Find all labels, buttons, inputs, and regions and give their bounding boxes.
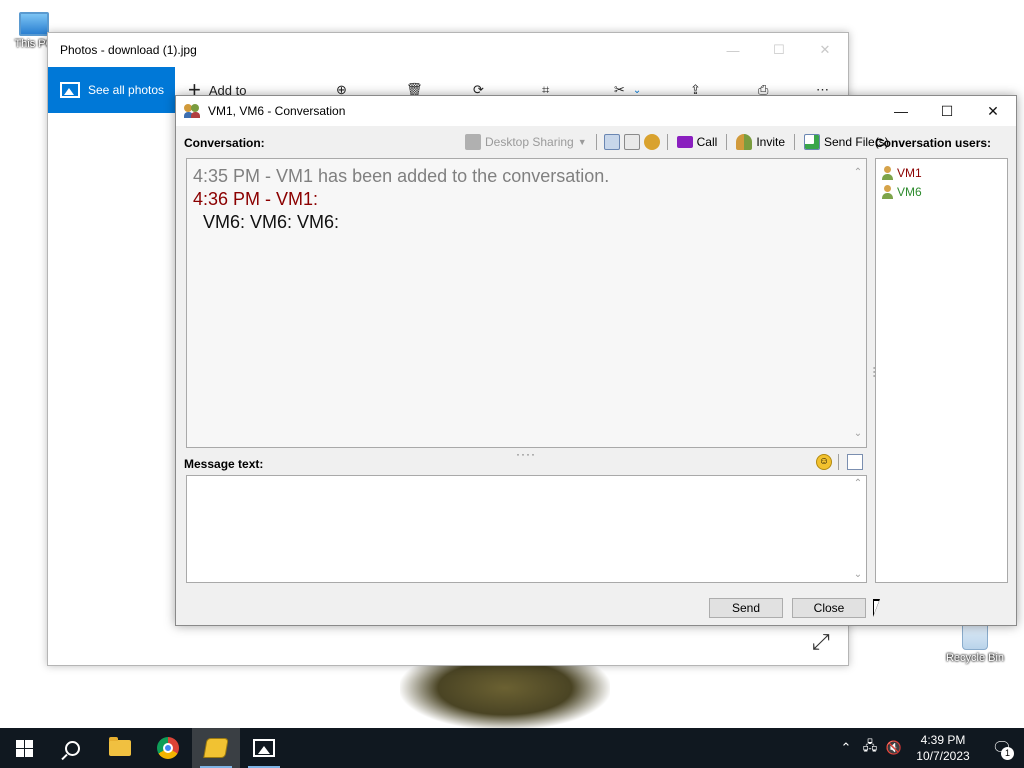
close-button[interactable]: Close	[792, 598, 866, 618]
invite-button[interactable]: Invite	[734, 132, 787, 152]
invite-users-icon	[736, 134, 753, 150]
mouse-cursor	[873, 599, 887, 617]
send-button[interactable]: Send	[709, 598, 783, 618]
conversation-scrollbar[interactable]: ⌃ ⌄	[850, 159, 866, 447]
start-button[interactable]	[0, 728, 48, 768]
send-file-icon	[804, 134, 820, 150]
call-button[interactable]: Call	[675, 132, 720, 152]
invite-label: Invite	[756, 135, 785, 149]
conversation-minimize-button[interactable]: —	[878, 96, 924, 126]
chrome-taskbar-button[interactable]	[144, 728, 192, 768]
windows-logo-icon	[15, 739, 33, 757]
call-label: Call	[696, 135, 718, 149]
user-icon	[882, 165, 893, 180]
desktop-sharing-label: Desktop Sharing	[485, 135, 574, 149]
text-format-icon[interactable]	[847, 454, 863, 470]
conversation-window: VM1, VM6 - Conversation — ☐ ✕ Conversati…	[175, 95, 1017, 626]
chevron-down-icon: ▼	[577, 137, 587, 147]
taskbar: ⌃ 🖧 🔇 4:39 PM 10/7/2023 🗨 1	[0, 728, 1024, 768]
user-item-vm1[interactable]: VM1	[882, 163, 1001, 182]
video-camera-icon	[676, 136, 693, 148]
folder-icon	[109, 737, 131, 756]
message-scrollbar[interactable]: ⌃ ⌄	[850, 476, 866, 582]
network-icon[interactable]: 🖧	[858, 737, 882, 759]
user-item-vm6[interactable]: VM6	[882, 182, 1001, 201]
user-name: VM6	[897, 184, 922, 199]
see-all-photos-label: See all photos	[88, 83, 165, 97]
desktop: This PC Recycle Bin Photos - download (1…	[0, 0, 1024, 728]
photos-minimize-button[interactable]: —	[710, 33, 756, 67]
conversation-history[interactable]: 4:35 PM - VM1 has been added to the conv…	[186, 158, 867, 448]
background-photo-content	[400, 660, 610, 728]
chat-app-taskbar-button[interactable]	[192, 728, 240, 768]
message-text-input[interactable]: ⌃ ⌄	[186, 475, 867, 583]
message-body: VM6: VM6: VM6:	[203, 212, 340, 232]
conversation-users-label: Conversation users:	[875, 136, 992, 150]
photos-maximize-button[interactable]: ☐	[756, 33, 802, 67]
clock[interactable]: 4:39 PM 10/7/2023	[906, 732, 980, 764]
toolbar-separator	[595, 134, 597, 150]
image-icon	[60, 82, 80, 98]
photos-taskbar-button[interactable]	[240, 728, 288, 768]
system-message: 4:35 PM - VM1 has been added to the conv…	[193, 166, 610, 186]
clock-date: 10/7/2023	[916, 749, 970, 763]
file-explorer-taskbar-button[interactable]	[96, 728, 144, 768]
log-icon[interactable]	[623, 134, 640, 150]
conversation-window-title: VM1, VM6 - Conversation	[208, 104, 346, 118]
notifications-button[interactable]: 🗨 1	[980, 728, 1024, 768]
photos-close-button[interactable]: ✕	[802, 33, 848, 67]
conversation-users-icon	[184, 104, 202, 118]
conversation-close-button[interactable]: ✕	[970, 96, 1016, 126]
conversation-label: Conversation:	[184, 136, 265, 150]
fullscreen-expand-icon[interactable]: ⤢	[812, 629, 830, 655]
conversation-users-list: VM1 VM6	[875, 158, 1008, 583]
volume-muted-icon[interactable]: 🔇	[882, 740, 906, 756]
desktop-sharing-icon	[465, 134, 481, 150]
photos-window-title: Photos - download (1).jpg	[60, 43, 197, 57]
scroll-down-icon[interactable]: ⌄	[850, 422, 866, 445]
clock-time: 4:39 PM	[920, 733, 966, 747]
user-name: VM1	[897, 165, 922, 180]
chat-app-icon	[203, 738, 229, 758]
settings-icon[interactable]	[643, 134, 660, 150]
horizontal-splitter[interactable]: ····	[516, 447, 536, 461]
system-tray: ⌃ 🖧 🔇 4:39 PM 10/7/2023 🗨 1	[834, 728, 1024, 768]
see-all-photos-button[interactable]: See all photos	[48, 67, 175, 113]
computer-icon	[19, 12, 49, 36]
conversation-title-bar: VM1, VM6 - Conversation — ☐ ✕	[176, 96, 1016, 126]
message-text-label: Message text:	[184, 457, 264, 471]
emoticon-icon[interactable]: ☺	[816, 454, 832, 470]
message-header: 4:36 PM - VM1:	[193, 189, 319, 209]
search-button[interactable]	[48, 728, 96, 768]
chrome-icon	[157, 737, 179, 759]
recycle-bin-desktop-icon[interactable]: Recycle Bin	[940, 620, 1010, 664]
desktop-icon-label: Recycle Bin	[945, 652, 1005, 664]
history-icon[interactable]	[603, 134, 620, 150]
photos-app-icon	[253, 739, 275, 757]
scroll-up-icon[interactable]: ⌃	[850, 478, 866, 489]
conversation-maximize-button[interactable]: ☐	[924, 96, 970, 126]
conversation-toolbar: Desktop Sharing ▼ Call Invite Send File(…	[463, 132, 891, 152]
desktop-sharing-button[interactable]: Desktop Sharing ▼	[463, 132, 589, 152]
scroll-down-icon[interactable]: ⌄	[850, 569, 866, 580]
toolbar-separator	[838, 454, 839, 470]
scroll-up-icon[interactable]: ⌃	[850, 161, 866, 184]
search-icon	[64, 740, 80, 756]
notification-count-badge: 1	[1001, 747, 1014, 760]
toolbar-separator	[666, 134, 668, 150]
toolbar-separator	[726, 134, 728, 150]
toolbar-separator	[794, 134, 795, 150]
chevron-up-icon[interactable]: ⌃	[834, 740, 858, 756]
photos-title-bar: Photos - download (1).jpg — ☐ ✕	[48, 33, 848, 67]
user-icon	[882, 184, 893, 199]
